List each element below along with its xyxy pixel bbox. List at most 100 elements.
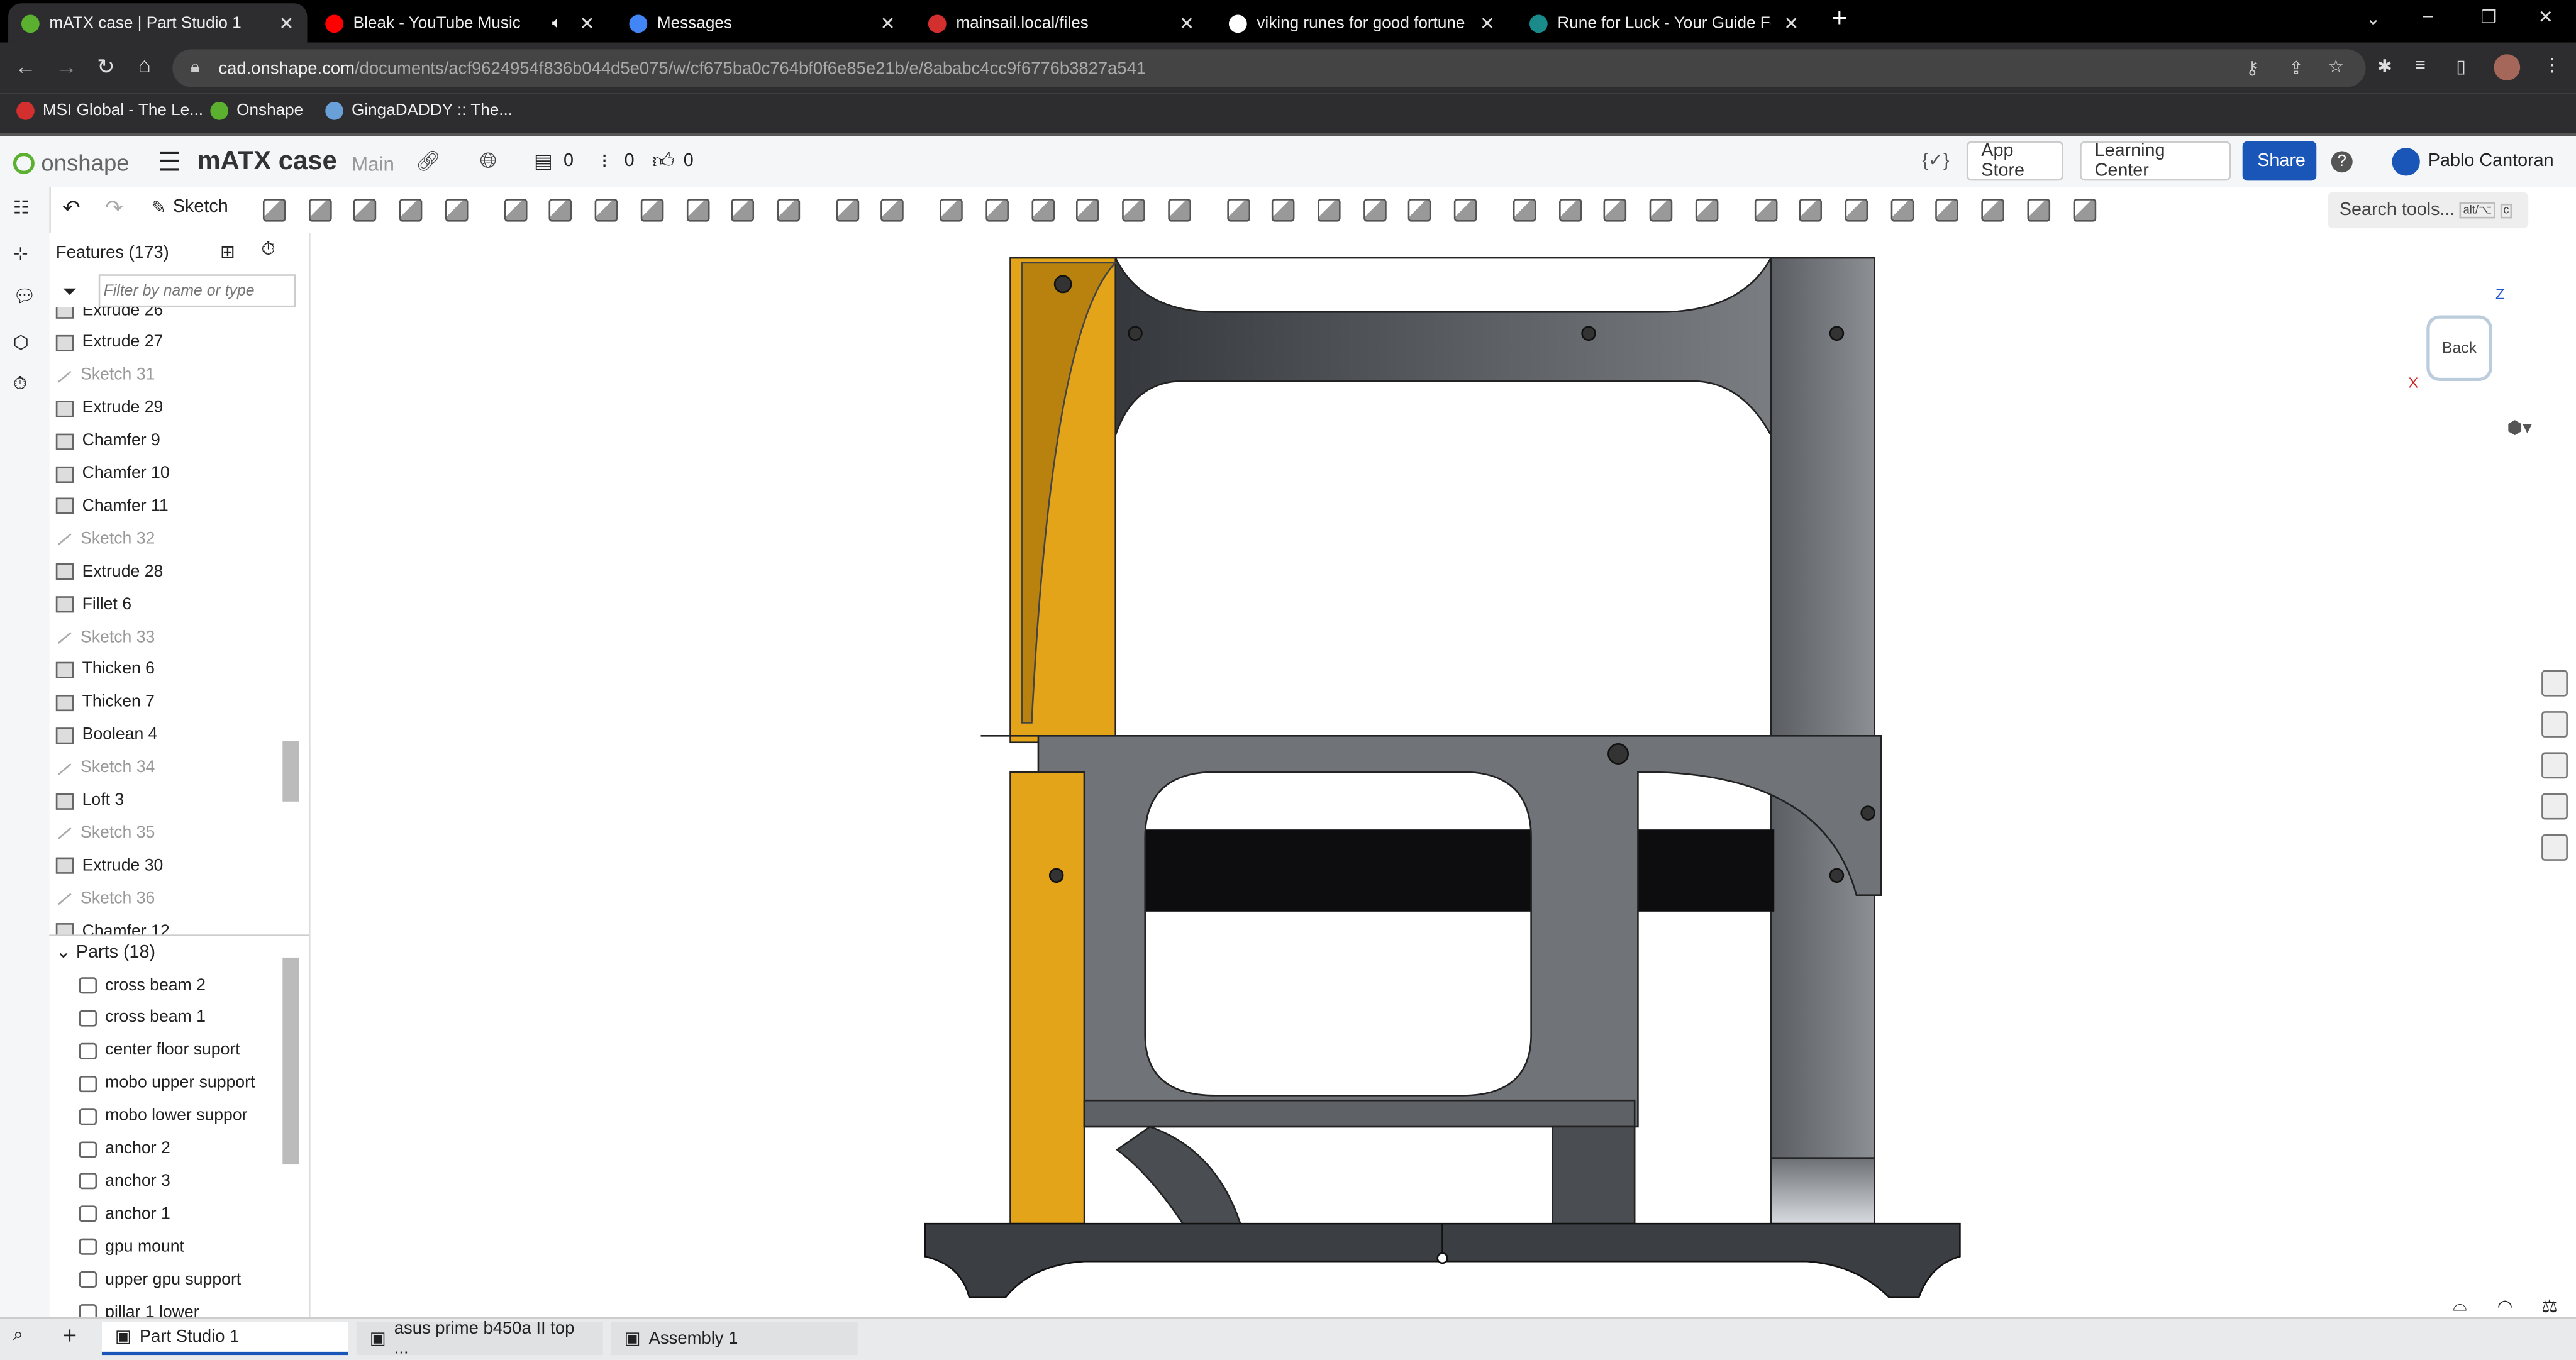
part-item[interactable]: anchor 3 [79,1165,170,1198]
curve-tool-icon[interactable] [1408,199,1432,222]
hem-tool-icon[interactable] [1936,199,1959,222]
part-item[interactable]: mobo lower suppor [79,1100,248,1132]
black-crossbar[interactable] [1084,829,1775,912]
modify-fillet-tool-icon[interactable] [1122,199,1145,222]
key-icon[interactable]: ⚷ [2246,57,2259,79]
element-tab[interactable]: ▣ Assembly 1 [611,1322,858,1356]
feature-item[interactable]: Chamfer 12 [55,915,170,935]
close-window-button[interactable]: ✕ [2538,6,2553,28]
top-cross-beam[interactable] [1114,257,1772,436]
app-store-button[interactable]: App Store [1966,141,2063,181]
feature-item[interactable]: Extrude 30 [55,849,163,882]
home-button[interactable]: ⌂ [138,53,151,77]
like-icon[interactable]: 👍︎ [652,148,675,174]
mass-properties-icon[interactable] [2541,793,2568,820]
feature-list-icon[interactable]: ☷ [13,197,30,218]
share-page-icon[interactable]: ⇪ [2289,57,2304,79]
link-icon[interactable]: 🔗︎ [416,150,441,173]
element-tab[interactable]: ▣ Part Studio 1 [101,1322,348,1356]
bookmark[interactable]: MSI Global - The Le... [16,101,203,120]
parts-scrollbar[interactable] [282,957,299,1165]
draft-tool-icon[interactable] [594,199,618,222]
measure-icon[interactable]: ◠ [2497,1296,2513,1317]
tab-tool-icon[interactable] [1649,199,1673,222]
variables-icon[interactable]: {✓} [1922,150,1949,170]
part-item[interactable]: pillar 1 lower [79,1296,199,1318]
part-item[interactable]: cross beam 1 [79,1002,206,1034]
branches-icon[interactable]: ⁝ [601,150,608,173]
history-icon[interactable]: ⏱︎ [13,375,27,396]
boolean-tool-icon[interactable] [940,199,963,222]
close-tab-icon[interactable]: ✕ [880,13,896,33]
parts-icon[interactable]: ⬡ [13,332,29,353]
bend-tool-icon[interactable] [1753,199,1777,222]
pattern-tool-icon[interactable] [835,199,859,222]
feature-item[interactable]: Extrude 28 [55,555,163,588]
replace-face-tool-icon[interactable] [1272,199,1296,222]
onshape-logo[interactable]: onshape [13,150,130,176]
balance-icon[interactable]: ⚖︎ [2541,1296,2558,1317]
parts-header[interactable]: ⌄ Parts (18) [56,941,155,962]
search-tools-input[interactable]: Search tools... alt/⌥ c [2328,192,2529,229]
variables-panel-icon[interactable] [2541,834,2568,861]
feature-filter-input[interactable] [98,274,296,307]
view-options-icon[interactable]: ⬢▾ [2507,417,2532,438]
bookmark-star-icon[interactable]: ☆ [2328,56,2345,77]
plane-tool-icon[interactable] [1318,199,1341,222]
element-tab[interactable]: ▣ asus prime b450a II top ... [356,1319,603,1358]
chamfer-tool-icon[interactable] [549,199,572,222]
minimize-button[interactable]: – [2423,6,2433,26]
flange-tool-icon[interactable] [1604,199,1628,222]
rollback-timer-icon[interactable]: ⏱︎ [261,240,275,261]
learning-center-button[interactable]: Learning Center [2080,141,2231,181]
view-cube[interactable]: Back [2426,315,2492,382]
mobo-support-frame[interactable] [980,734,1882,1128]
feature-item[interactable]: Chamfer 9 [55,425,160,458]
part-item[interactable]: gpu mount [79,1230,184,1263]
media-icon[interactable]: ≡ [2415,56,2426,75]
bookmark[interactable]: GingaDADDY :: The... [325,101,513,120]
versions-icon[interactable]: ▤ [534,150,553,173]
browser-tab[interactable]: Messages ✕ [616,3,909,43]
sweep-tool-icon[interactable] [353,199,377,222]
mobo-lower-support[interactable] [1083,1099,1636,1225]
extrude-tool-icon[interactable] [262,199,286,222]
sketch-button[interactable]: ✎ Sketch [151,197,228,218]
feature-scrollbar[interactable] [282,741,299,802]
document-title[interactable]: mATX case [197,148,336,177]
globe-icon[interactable]: 🌐︎ [480,148,497,174]
delete-part-tool-icon[interactable] [1076,199,1100,222]
close-tab-icon[interactable]: ✕ [279,13,294,33]
browser-tab[interactable]: mainsail.local/files ✕ [915,3,1208,43]
forward-button[interactable]: → [56,54,77,79]
appearance-panel-icon[interactable] [2541,670,2568,697]
fillet-tool-icon[interactable] [503,199,527,222]
variable-tool-icon[interactable] [1454,199,1477,222]
model-view[interactable] [311,233,2576,1317]
helix-tool-icon[interactable] [1363,199,1386,222]
part-item[interactable]: upper gpu support [79,1263,241,1296]
part-item[interactable]: center floor suport [79,1034,240,1067]
finish-tool-icon[interactable] [2027,199,2050,222]
form-tool-icon[interactable] [1845,199,1868,222]
center-floor-support[interactable] [924,1222,1961,1298]
back-button[interactable]: ← [15,54,36,79]
feature-item[interactable]: Extrude 26 [55,307,163,326]
transform-tool-icon[interactable] [1031,199,1055,222]
feature-item[interactable]: Sketch 31 [56,360,155,392]
corner-break-tool-icon[interactable] [1981,199,2005,222]
feature-item[interactable]: Thicken 7 [55,686,155,719]
browser-tab[interactable]: Bleak - YouTube Music 🔈︎ ✕ [312,3,608,43]
text-tool-icon[interactable] [2072,199,2096,222]
add-tab-button[interactable]: + [62,1322,77,1350]
feature-item[interactable]: Sketch 34 [56,751,155,784]
joint-tool-icon[interactable] [1890,199,1914,222]
browser-tab[interactable]: viking runes for good fortune - G ✕ [1216,3,1508,43]
url-input[interactable]: 🔒︎ cad.onshape.com/documents/acf9624954f8… [172,49,2366,87]
mirror-tool-icon[interactable] [881,199,904,222]
part-item[interactable]: anchor 2 [79,1132,170,1165]
comments-icon[interactable]: 💬︎ [13,286,36,307]
move-face-tool-icon[interactable] [1226,199,1250,222]
rib-tool-icon[interactable] [640,199,663,222]
feature-item[interactable]: Thicken 6 [55,653,155,686]
